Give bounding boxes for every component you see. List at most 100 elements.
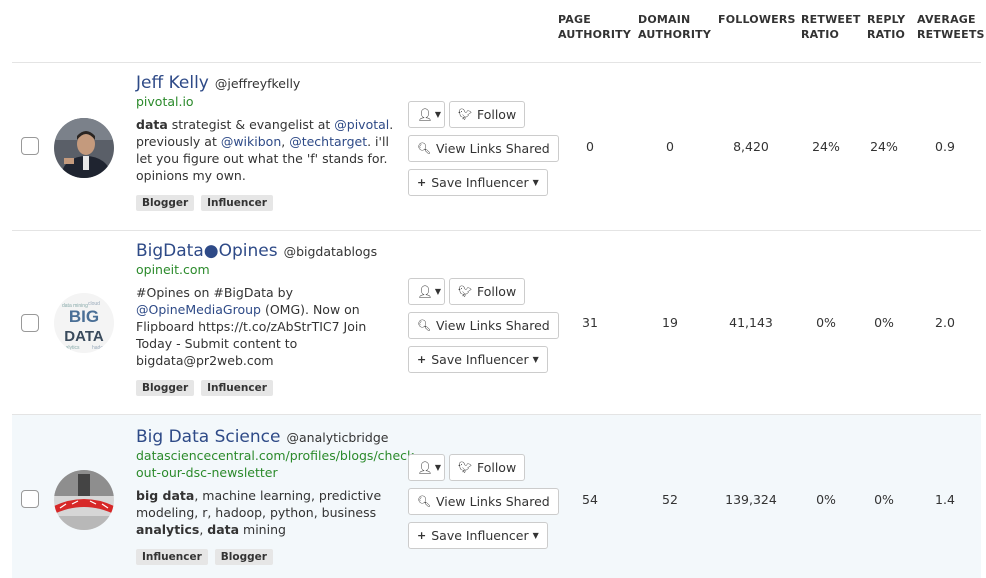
svg-text:analytics: analytics: [60, 345, 80, 351]
row-select-checkbox[interactable]: [21, 490, 39, 508]
user-icon: 👤︎: [417, 106, 433, 122]
followers-value: 8,420: [733, 139, 769, 154]
influencer-row: BIG DATA data mining cloud analytics had…: [12, 230, 981, 414]
save-influencer-button[interactable]: + Save Influencer ▼: [408, 522, 548, 549]
domain-authority-value: 19: [662, 315, 678, 330]
row-select-checkbox[interactable]: [21, 137, 39, 155]
tag-badge[interactable]: Blogger: [136, 195, 195, 211]
mention-link[interactable]: @wikibon: [221, 134, 281, 149]
influencer-info: BigData●Opines @bigdatablogs opineit.com …: [136, 241, 398, 396]
follow-button[interactable]: 🐦︎ Follow: [449, 454, 526, 481]
bio-line: big data, machine learning, predictive: [136, 488, 382, 503]
page-authority-value: 31: [582, 315, 598, 330]
svg-text:hadoop: hadoop: [92, 345, 109, 351]
influencer-row: Big Data Science @analyticbridge datascie…: [12, 414, 981, 578]
caret-down-icon: ▼: [532, 355, 539, 364]
caret-down-icon: ▼: [434, 463, 442, 472]
bio-line: let you figure out what the 'f' stands f…: [136, 151, 388, 166]
influencer-handle[interactable]: @jeffreyfkelly: [215, 76, 300, 91]
bio-line: modeling, r, hadoop, python, business: [136, 505, 377, 520]
tag-badge[interactable]: Influencer: [201, 380, 273, 396]
tag-badge[interactable]: Influencer: [136, 549, 208, 565]
tag-badge[interactable]: Blogger: [214, 549, 273, 565]
bio-line: analytics, data mining: [136, 522, 286, 537]
bio-line: @OpineMediaGroup (OMG). Now on: [136, 302, 360, 317]
view-links-shared-button[interactable]: 🔍︎ View Links Shared: [408, 135, 559, 162]
follow-button[interactable]: 🐦︎ Follow: [449, 101, 526, 128]
follow-button[interactable]: 🐦︎ Follow: [449, 278, 526, 305]
bio-line: #Opines on #BigData by: [136, 285, 293, 300]
influencer-website[interactable]: pivotal.io: [136, 93, 398, 110]
svg-text:data mining: data mining: [62, 303, 88, 309]
profile-menu-button[interactable]: 👤︎ ▼: [408, 101, 445, 128]
svg-text:DATA: DATA: [64, 328, 104, 345]
col-average-retweets[interactable]: AVERAGE RETWEETS: [917, 12, 985, 42]
page-authority-value: 0: [586, 139, 594, 154]
influencer-name[interactable]: Big Data Science: [136, 427, 280, 447]
twitter-icon: 🐦︎: [458, 108, 472, 121]
search-icon: 🔍︎: [417, 495, 431, 508]
col-page-authority[interactable]: PAGE AUTHORITY: [558, 12, 631, 42]
profile-menu-button[interactable]: 👤︎ ▼: [408, 278, 445, 305]
influencer-tags: Blogger Influencer: [136, 194, 398, 211]
plus-icon: +: [417, 529, 427, 542]
influencer-tags: Influencer Blogger: [136, 548, 398, 565]
domain-authority-value: 0: [666, 139, 674, 154]
followers-value: 139,324: [725, 492, 777, 507]
twitter-icon: 🐦︎: [458, 461, 472, 474]
profile-menu-button[interactable]: 👤︎ ▼: [408, 454, 445, 481]
user-icon: 👤︎: [417, 283, 433, 299]
bio-line: bigdata@pr2web.com: [136, 353, 274, 368]
col-domain-authority[interactable]: DOMAIN AUTHORITY: [638, 12, 711, 42]
col-retweet-ratio[interactable]: RETWEET RATIO: [801, 12, 861, 42]
influencer-name[interactable]: Jeff Kelly: [136, 73, 209, 93]
domain-authority-value: 52: [662, 492, 678, 507]
influencer-handle[interactable]: @bigdatablogs: [284, 244, 378, 259]
avatar[interactable]: [54, 470, 114, 530]
average-retweets-value: 1.4: [935, 492, 955, 507]
bio-line: opinions my own.: [136, 168, 246, 183]
influencer-handle[interactable]: @analyticbridge: [286, 430, 388, 445]
tag-badge[interactable]: Influencer: [201, 195, 273, 211]
col-reply-ratio[interactable]: REPLY RATIO: [867, 12, 905, 42]
search-icon: 🔍︎: [417, 319, 431, 332]
influencer-bio: big data, machine learning, predictive mo…: [136, 487, 398, 538]
col-followers[interactable]: FOLLOWERS: [718, 12, 796, 27]
average-retweets-value: 0.9: [935, 139, 955, 154]
influencer-tags: Blogger Influencer: [136, 379, 398, 396]
user-icon: 👤︎: [417, 459, 433, 475]
view-links-shared-button[interactable]: 🔍︎ View Links Shared: [408, 488, 559, 515]
influencer-website[interactable]: datasciencecentral.com/profiles/blogs/ch…: [136, 447, 419, 481]
influencer-info: Jeff Kelly @jeffreyfkelly pivotal.io data…: [136, 73, 398, 211]
bio-line: data strategist & evangelist at @pivotal…: [136, 117, 394, 132]
page-authority-value: 54: [582, 492, 598, 507]
caret-down-icon: ▼: [532, 178, 539, 187]
save-influencer-button[interactable]: + Save Influencer ▼: [408, 169, 548, 196]
influencer-name[interactable]: BigData●Opines: [136, 241, 278, 261]
average-retweets-value: 2.0: [935, 315, 955, 330]
influencer-website[interactable]: opineit.com: [136, 261, 398, 278]
influencer-bio: #Opines on #BigData by @OpineMediaGroup (…: [136, 284, 398, 369]
svg-text:cloud: cloud: [88, 301, 100, 307]
plus-icon: +: [417, 353, 427, 366]
view-links-shared-button[interactable]: 🔍︎ View Links Shared: [408, 312, 559, 339]
avatar[interactable]: [54, 118, 114, 178]
row-select-checkbox[interactable]: [21, 314, 39, 332]
bio-line: Today - Submit content to: [136, 336, 298, 351]
mention-link[interactable]: @OpineMediaGroup: [136, 302, 261, 317]
caret-down-icon: ▼: [532, 531, 539, 540]
influencer-row: Jeff Kelly @jeffreyfkelly pivotal.io data…: [12, 62, 981, 230]
influencer-bio: data strategist & evangelist at @pivotal…: [136, 116, 398, 184]
caret-down-icon: ▼: [434, 110, 442, 119]
influencer-info: Big Data Science @analyticbridge datascie…: [136, 427, 419, 565]
avatar[interactable]: BIG DATA data mining cloud analytics had…: [54, 293, 114, 353]
svg-text:BIG: BIG: [69, 307, 99, 326]
bio-line: Flipboard https://t.co/zAbStrTIC7 Join: [136, 319, 367, 334]
followers-value: 41,143: [729, 315, 773, 330]
save-influencer-button[interactable]: + Save Influencer ▼: [408, 346, 548, 373]
caret-down-icon: ▼: [434, 287, 442, 296]
bio-line: previously at @wikibon, @techtarget. i'l…: [136, 134, 389, 149]
mention-link[interactable]: @techtarget: [289, 134, 367, 149]
tag-badge[interactable]: Blogger: [136, 380, 195, 396]
mention-link[interactable]: @pivotal: [334, 117, 389, 132]
